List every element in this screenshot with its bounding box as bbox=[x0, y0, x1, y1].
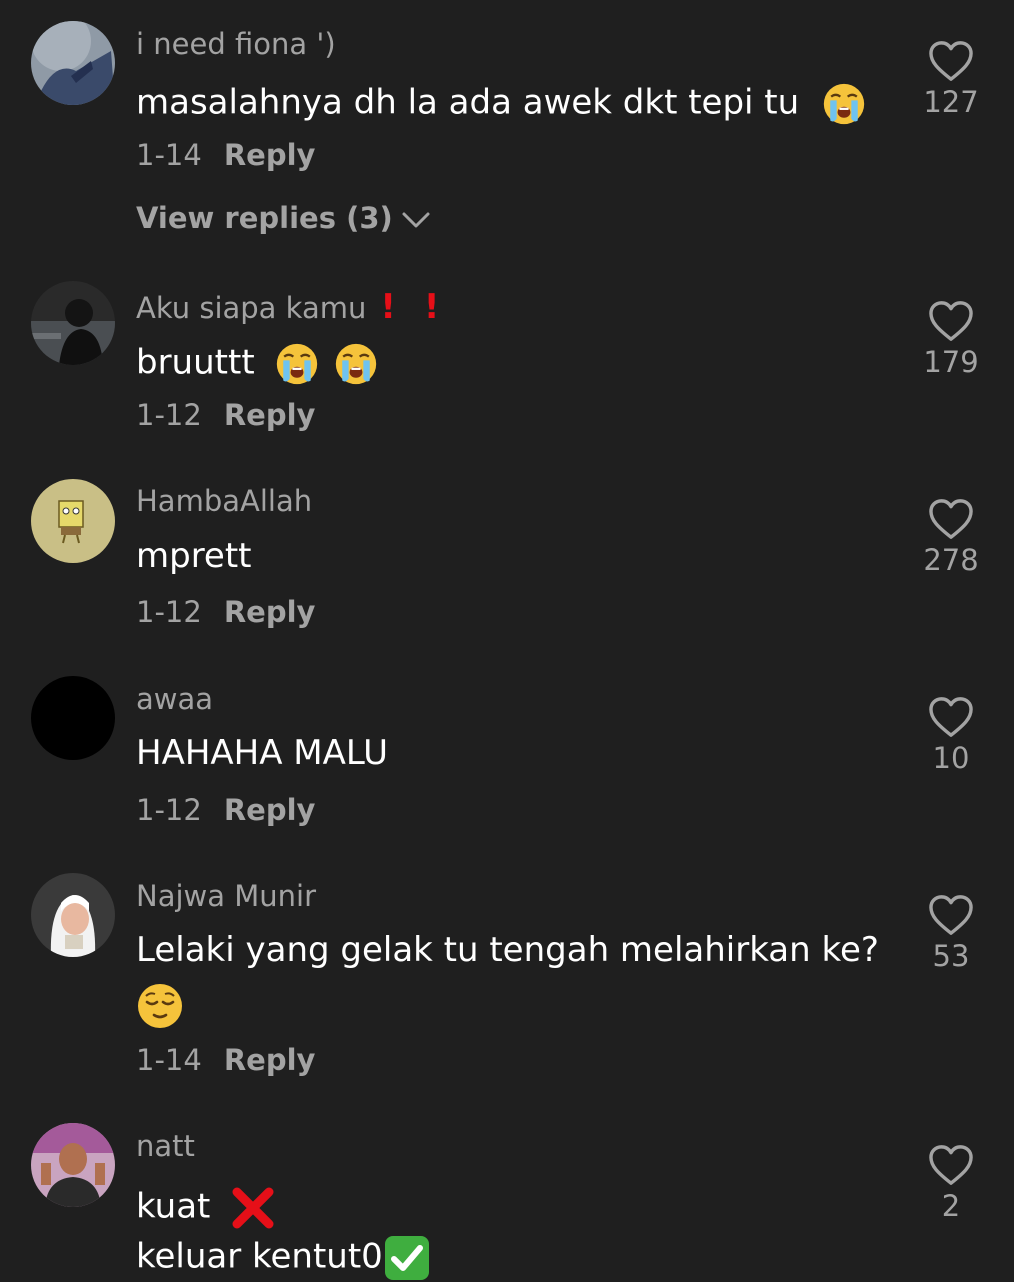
comment-text-line2: keluar kentut0 bbox=[136, 1234, 431, 1282]
comment-username[interactable]: Najwa Munir bbox=[136, 882, 316, 911]
avatar[interactable] bbox=[31, 281, 115, 365]
reply-button[interactable]: Reply bbox=[224, 793, 316, 827]
avatar[interactable] bbox=[31, 21, 115, 105]
check-mark-button-icon bbox=[383, 1234, 431, 1282]
comment-username[interactable]: natt bbox=[136, 1132, 195, 1161]
comment-username[interactable]: i need fiona ') bbox=[136, 30, 336, 59]
like-button[interactable]: 53 bbox=[910, 894, 992, 971]
comment-text-content: bruuttt bbox=[136, 342, 255, 383]
avatar[interactable] bbox=[31, 1123, 115, 1207]
view-replies-label: View replies (3) bbox=[136, 201, 393, 235]
heart-outline-icon bbox=[910, 894, 992, 936]
exclamation-icon: ! bbox=[380, 287, 396, 327]
comment-text-content: masalahnya dh la ada awek dkt tepi tu bbox=[136, 82, 800, 123]
reply-button[interactable]: Reply bbox=[224, 595, 316, 629]
like-count: 278 bbox=[923, 543, 979, 577]
loudly-crying-face-icon bbox=[334, 342, 378, 386]
comment-date: 1-12 bbox=[136, 595, 202, 629]
like-button[interactable]: 10 bbox=[910, 696, 992, 773]
reply-button[interactable]: Reply bbox=[224, 398, 316, 432]
comment-meta: 1-12 Reply bbox=[136, 796, 315, 825]
comment-meta: 1-14 Reply bbox=[136, 1046, 315, 1075]
comment-date: 1-12 bbox=[136, 398, 202, 432]
comment-username-text[interactable]: Aku siapa kamu bbox=[136, 291, 366, 325]
view-replies-button[interactable]: View replies (3) bbox=[136, 204, 431, 235]
comment-date: 1-12 bbox=[136, 793, 202, 827]
comment-meta: 1-12 Reply bbox=[136, 401, 315, 430]
chevron-down-icon bbox=[401, 206, 431, 235]
comment-date: 1-14 bbox=[136, 138, 202, 172]
comment-date: 1-14 bbox=[136, 1043, 202, 1077]
heart-outline-icon bbox=[910, 696, 992, 738]
comment-text-content: kuat bbox=[136, 1186, 211, 1227]
heart-outline-icon bbox=[910, 300, 992, 342]
comment-text-line2 bbox=[136, 982, 184, 1030]
heart-outline-icon bbox=[910, 498, 992, 540]
like-count: 53 bbox=[932, 939, 970, 973]
comment-text-content: keluar kentut0 bbox=[136, 1236, 383, 1277]
comment-text: HAHAHA MALU bbox=[136, 733, 389, 773]
like-count: 10 bbox=[932, 741, 970, 775]
comment-text: kuat bbox=[136, 1184, 277, 1232]
heart-outline-icon bbox=[910, 40, 992, 82]
like-count: 2 bbox=[941, 1189, 961, 1223]
avatar[interactable] bbox=[31, 676, 115, 760]
comment-meta: 1-14 Reply bbox=[136, 141, 315, 170]
comment-text: mprett bbox=[136, 536, 252, 576]
reply-button[interactable]: Reply bbox=[224, 1043, 316, 1077]
comment-username: Aku siapa kamu!! bbox=[136, 290, 439, 324]
like-button[interactable]: 179 bbox=[910, 300, 992, 377]
comment-username[interactable]: awaa bbox=[136, 685, 213, 714]
cross-mark-icon bbox=[229, 1184, 277, 1232]
heart-outline-icon bbox=[910, 1144, 992, 1186]
avatar[interactable] bbox=[31, 873, 115, 957]
reply-button[interactable]: Reply bbox=[224, 138, 316, 172]
like-button[interactable]: 2 bbox=[910, 1144, 992, 1221]
avatar[interactable] bbox=[31, 479, 115, 563]
comment-meta: 1-12 Reply bbox=[136, 598, 315, 627]
like-count: 179 bbox=[923, 345, 979, 379]
like-button[interactable]: 127 bbox=[910, 40, 992, 117]
like-button[interactable]: 278 bbox=[910, 498, 992, 575]
like-count: 127 bbox=[923, 85, 979, 119]
loudly-crying-face-icon bbox=[822, 82, 866, 126]
comment-text: Lelaki yang gelak tu tengah melahirkan k… bbox=[136, 930, 879, 970]
exclamation-icon: ! bbox=[423, 287, 440, 327]
loudly-crying-face-icon bbox=[275, 342, 319, 386]
comment-text: bruuttt bbox=[136, 342, 378, 386]
comment-username[interactable]: HambaAllah bbox=[136, 487, 312, 516]
relieved-face-icon bbox=[136, 982, 184, 1030]
comment-text: masalahnya dh la ada awek dkt tepi tu bbox=[136, 82, 866, 126]
